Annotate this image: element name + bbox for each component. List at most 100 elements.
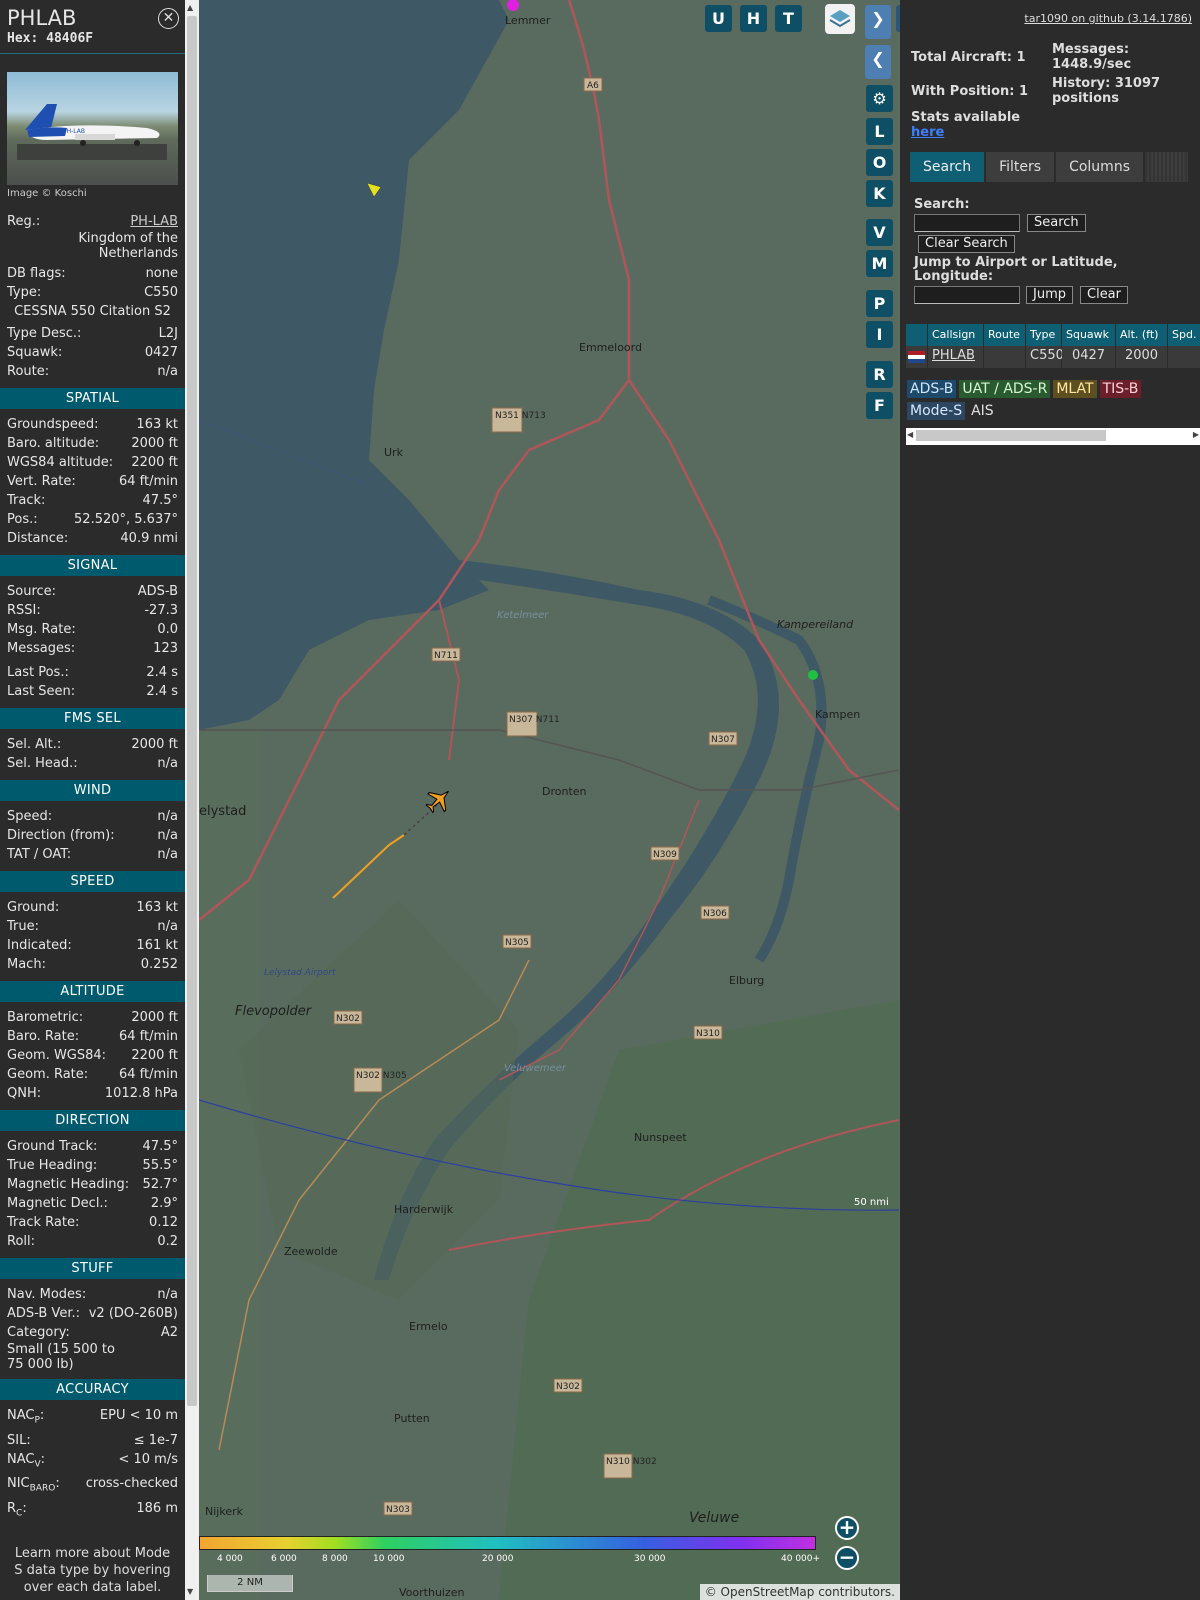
info-value: A2 <box>160 1325 178 1340</box>
info-label: NACV: <box>7 1451 46 1470</box>
badge-adsb: ADS-B <box>907 380 957 398</box>
col-flag[interactable] <box>906 324 928 346</box>
info-label: Category: <box>7 1325 70 1340</box>
info-row: Baro. altitude: 2000 ft <box>0 434 185 453</box>
altitude-legend-labels: 4 000 6 000 8 000 10 000 20 000 30 000 4… <box>199 1554 899 1566</box>
legend-tick: 30 000 <box>634 1554 666 1564</box>
info-label: Baro. Rate: <box>7 1029 80 1044</box>
with-position: With Position: 1 <box>911 84 1029 99</box>
legend-tick: 10 000 <box>373 1554 405 1564</box>
settings-gear-icon[interactable]: ⚙ <box>866 85 893 112</box>
scroll-down-icon[interactable]: ▼ <box>187 1587 193 1596</box>
table-row[interactable]: PHLAB C550 0427 2000 <box>906 346 1200 368</box>
info-value: 0.2 <box>157 1234 178 1249</box>
scroll-left-icon[interactable]: ◀ <box>907 430 913 439</box>
info-value: 2200 ft <box>131 1048 178 1063</box>
sidebar-scrollbar[interactable]: ▲ ▼ <box>185 0 199 1600</box>
info-row: Ground: 163 kt <box>0 898 185 917</box>
info-value: 0.12 <box>149 1215 178 1230</box>
place-label: Voorthuizen <box>399 1586 465 1599</box>
map-button-m[interactable]: M <box>866 250 893 277</box>
scroll-up-icon[interactable]: ▲ <box>187 3 193 12</box>
db-flags-label: DB flags: <box>7 266 66 281</box>
map-button-p[interactable]: P <box>866 290 893 317</box>
squawk-row: Squawk: 0427 <box>0 343 185 362</box>
info-value: 55.5° <box>142 1158 178 1173</box>
col-callsign[interactable]: Callsign <box>928 324 984 346</box>
col-type[interactable]: Type <box>1026 324 1062 346</box>
info-row: Messages: 123 <box>0 639 185 658</box>
map-button-i[interactable]: I <box>866 321 893 348</box>
selected-aircraft-icon[interactable] <box>421 782 456 817</box>
jump-input[interactable] <box>914 286 1020 304</box>
info-row: Roll: 0.2 <box>0 1232 185 1251</box>
aircraft-photo-plane: PH-LAB <box>17 104 167 160</box>
row-callsign[interactable]: PHLAB <box>928 346 984 368</box>
map-canvas[interactable]: Lemmer Emmeloord Urk Dronten Kampen Kamp… <box>199 0 900 1600</box>
clear-button[interactable]: Clear <box>1080 286 1128 304</box>
scrollbar-thumb[interactable] <box>916 430 1106 441</box>
layers-icon[interactable] <box>825 4 855 34</box>
hex-code: Hex: 48406F <box>7 31 94 46</box>
info-value: n/a <box>157 919 178 934</box>
info-row: NICBARO: cross-checked <box>0 1474 185 1499</box>
badge-tisb: TIS-B <box>1099 380 1142 398</box>
source-legend: ADS-B UAT / ADS-R MLAT TIS-B Mode-S AIS <box>907 380 1144 420</box>
clear-search-button[interactable]: Clear Search <box>918 235 1015 253</box>
range-ring-label: 50 nmi <box>854 1197 889 1208</box>
place-label: Dronten <box>542 785 587 798</box>
map-button-r[interactable]: R <box>866 361 893 388</box>
info-value: n/a <box>157 809 178 824</box>
stats-link[interactable]: here <box>911 125 944 140</box>
scroll-right-icon[interactable]: ▶ <box>1193 430 1199 439</box>
info-label: Messages: <box>7 641 76 656</box>
place-label: Putten <box>394 1412 430 1425</box>
expand-right-icon[interactable]: ❯ <box>865 5 891 39</box>
aircraft-photo[interactable]: PH-LAB <box>7 72 178 185</box>
reg-link[interactable]: PH-LAB <box>130 212 178 231</box>
zoom-in-button[interactable]: + <box>835 1516 859 1540</box>
scrollbar-thumb[interactable] <box>187 16 197 1406</box>
info-label: WGS84 altitude: <box>7 455 114 470</box>
zoom-out-button[interactable]: − <box>835 1546 859 1570</box>
map-button-k[interactable]: K <box>866 180 893 207</box>
github-link[interactable]: tar1090 on github (3.14.1786) <box>1024 12 1192 25</box>
tab-search[interactable]: Search <box>910 152 985 182</box>
map-attribution[interactable]: © OpenStreetMap contributors. <box>699 1584 900 1600</box>
col-altitude[interactable]: Alt. (ft) <box>1116 324 1168 346</box>
place-label: Ermelo <box>409 1320 448 1333</box>
map-button-v[interactable]: V <box>866 219 893 246</box>
collapse-left-icon[interactable]: ❮ <box>865 45 891 79</box>
col-route[interactable]: Route <box>984 324 1026 346</box>
info-row: Mach: 0.252 <box>0 955 185 974</box>
jump-button[interactable]: Jump <box>1026 286 1073 304</box>
tab-columns[interactable]: Columns <box>1056 152 1143 182</box>
info-value: 2000 ft <box>131 436 178 451</box>
info-label: Nav. Modes: <box>7 1287 87 1302</box>
table-horizontal-scrollbar[interactable]: ◀ ▶ <box>906 428 1200 445</box>
map-view[interactable]: Lemmer Emmeloord Urk Dronten Kampen Kamp… <box>199 0 900 1600</box>
map-button-h[interactable]: H <box>740 5 767 32</box>
info-row: NACV: < 10 m/s <box>0 1450 185 1475</box>
map-button-o[interactable]: O <box>866 149 893 176</box>
col-squawk[interactable]: Squawk <box>1062 324 1116 346</box>
info-row: True: n/a <box>0 917 185 936</box>
close-icon[interactable]: ✕ <box>158 8 179 29</box>
map-button-u[interactable]: U <box>705 5 732 32</box>
col-speed[interactable]: Spd. <box>1168 324 1200 346</box>
info-row: Pos.: 52.520°, 5.637° <box>0 510 185 529</box>
type-row: Type: C550 <box>0 283 185 302</box>
map-button-f[interactable]: F <box>866 392 893 419</box>
info-row: RC: 186 m <box>0 1499 185 1524</box>
info-label: True: <box>7 919 39 934</box>
place-label: Veluwe <box>689 1510 739 1526</box>
tab-filters[interactable]: Filters <box>986 152 1055 182</box>
info-row: SIL: ≤ 1e-7 <box>0 1431 185 1450</box>
map-button-t[interactable]: T <box>775 5 802 32</box>
search-input[interactable] <box>914 214 1020 232</box>
info-label: Geom. WGS84: <box>7 1048 107 1063</box>
search-button[interactable]: Search <box>1027 214 1086 232</box>
info-value: 123 <box>153 641 178 656</box>
info-row: Magnetic Heading: 52.7° <box>0 1175 185 1194</box>
map-button-l[interactable]: L <box>866 118 893 145</box>
